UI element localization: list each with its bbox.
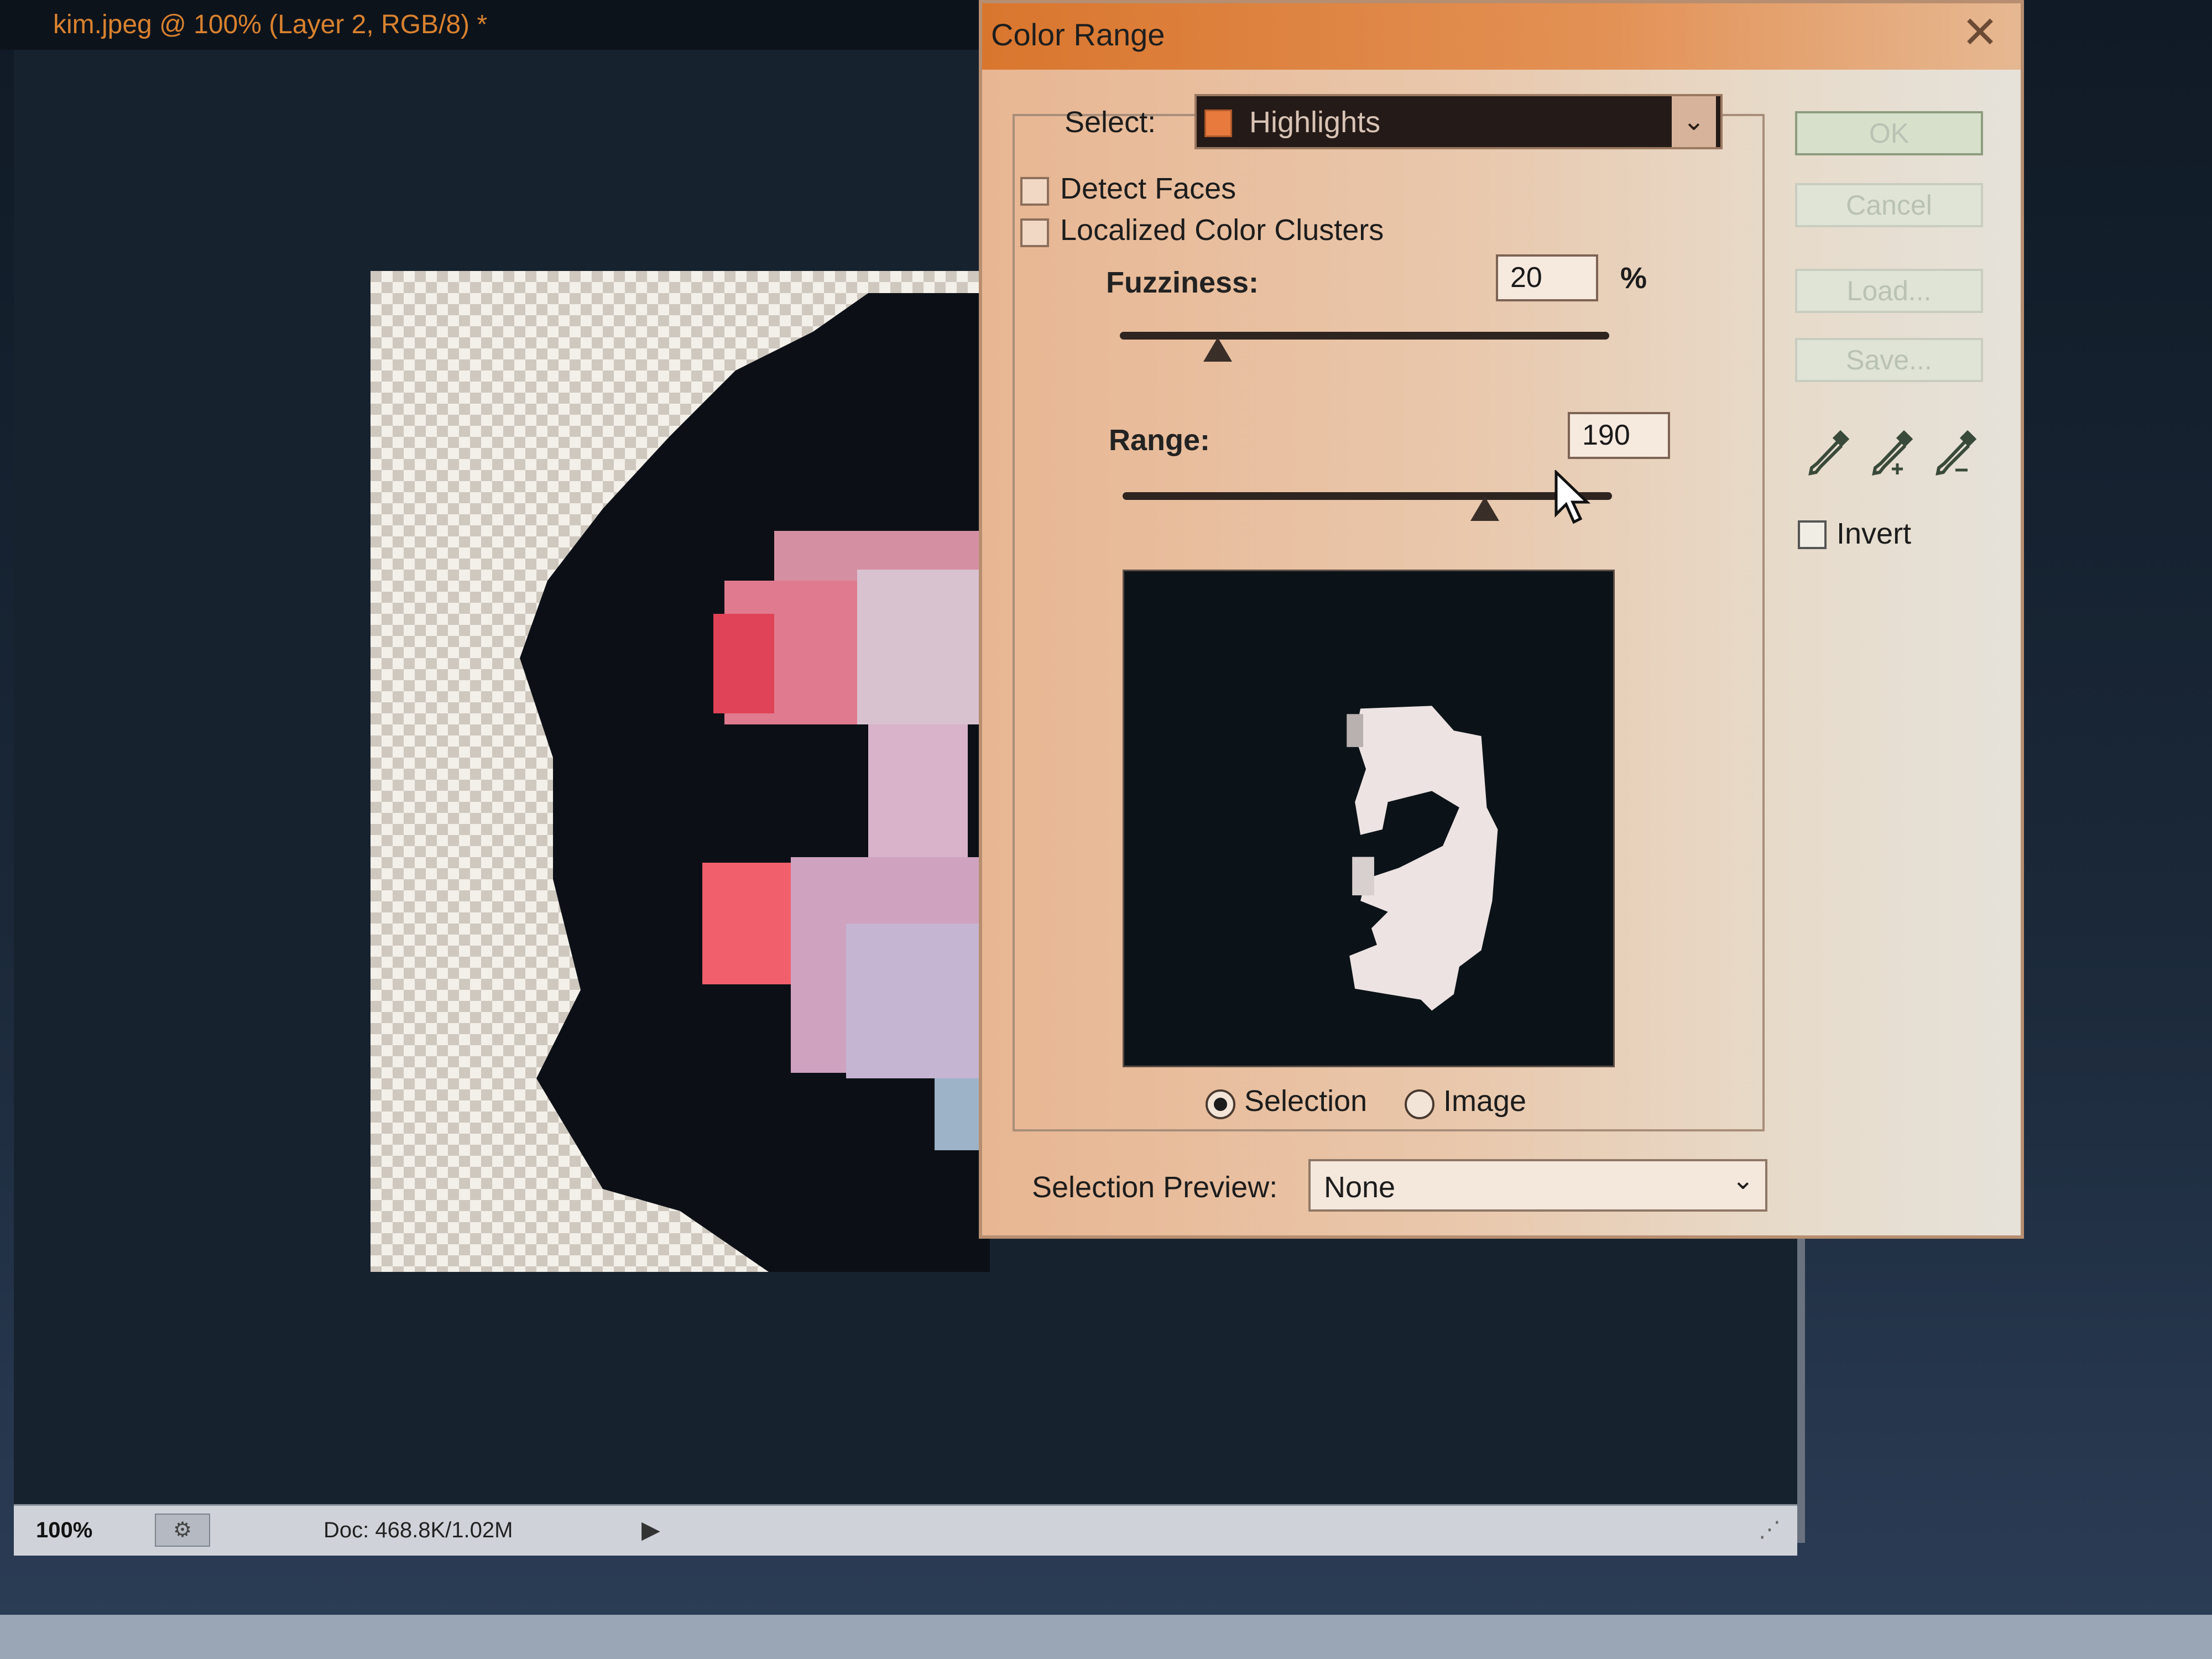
document-tab-title: kim.jpeg @ 100% (Layer 2, RGB/8) * bbox=[53, 10, 488, 39]
detect-faces-checkbox[interactable] bbox=[1020, 177, 1049, 206]
eyedropper-icon[interactable] bbox=[1806, 429, 1850, 479]
invert-label: Invert bbox=[1837, 517, 1912, 550]
load-button[interactable]: Load... bbox=[1795, 269, 1983, 313]
status-bar: 100% ⚙ Doc: 468.8K/1.02M ▶ ⋰ bbox=[14, 1504, 1797, 1556]
select-label: Select: bbox=[1065, 106, 1156, 139]
document-info: Doc: 468.8K/1.02M bbox=[324, 1518, 513, 1542]
fuzziness-slider-track[interactable] bbox=[1120, 332, 1609, 340]
close-icon[interactable]: ✕ bbox=[1961, 7, 1999, 58]
range-input[interactable]: 190 bbox=[1568, 412, 1670, 459]
selection-preview-label: Selection Preview: bbox=[1032, 1171, 1278, 1204]
zoom-level-field[interactable]: 100% bbox=[36, 1512, 147, 1548]
selection-preview-dropdown[interactable]: None ⌄ bbox=[1308, 1159, 1767, 1212]
dialog-title: Color Range bbox=[991, 17, 1165, 52]
range-label: Range: bbox=[1109, 424, 1211, 457]
color-range-options-group: Select: Highlights ⌄ Detect Faces Locali… bbox=[1013, 94, 1765, 1131]
selection-preview-value: None bbox=[1324, 1171, 1396, 1204]
detect-faces-label: Detect Faces bbox=[1060, 172, 1237, 205]
fuzziness-input[interactable]: 20 bbox=[1496, 254, 1598, 301]
selection-mask-image bbox=[1347, 706, 1498, 1011]
selection-radio-label: Selection bbox=[1244, 1084, 1368, 1118]
fuzziness-unit: % bbox=[1620, 262, 1647, 295]
document-tab[interactable]: kim.jpeg @ 100% (Layer 2, RGB/8) * bbox=[0, 0, 995, 50]
chevron-down-icon[interactable]: ⌄ bbox=[1732, 1165, 1754, 1196]
invert-checkbox[interactable] bbox=[1798, 520, 1827, 549]
chevron-down-icon[interactable]: ⌄ bbox=[1672, 96, 1716, 147]
status-menu-arrow-icon[interactable]: ▶ bbox=[641, 1512, 660, 1548]
localized-color-clusters-label: Localized Color Clusters bbox=[1060, 213, 1384, 247]
range-slider-track[interactable] bbox=[1123, 492, 1612, 500]
image-radio[interactable] bbox=[1405, 1089, 1434, 1119]
select-value: Highlights bbox=[1249, 106, 1381, 139]
cancel-button[interactable]: Cancel bbox=[1795, 183, 1983, 227]
fuzziness-slider-thumb[interactable] bbox=[1203, 337, 1232, 362]
taskbar-strip bbox=[0, 1615, 2212, 1659]
range-slider-thumb[interactable] bbox=[1470, 497, 1499, 521]
canvas-image[interactable] bbox=[371, 271, 990, 1272]
ok-button[interactable]: OK bbox=[1795, 111, 1983, 155]
eyedropper-plus-icon[interactable] bbox=[1870, 429, 1914, 479]
select-dropdown[interactable]: Highlights ⌄ bbox=[1194, 94, 1723, 149]
fuzziness-label: Fuzziness: bbox=[1106, 266, 1259, 299]
color-range-dialog: Color Range ✕ Select: Highlights ⌄ Detec… bbox=[979, 0, 2024, 1239]
eyedropper-minus-icon[interactable] bbox=[1933, 429, 1978, 479]
save-button[interactable]: Save... bbox=[1795, 338, 1983, 382]
highlights-swatch-icon bbox=[1204, 109, 1232, 137]
image-radio-label: Image bbox=[1443, 1084, 1527, 1118]
selection-preview-thumbnail[interactable] bbox=[1123, 570, 1615, 1067]
gear-icon[interactable]: ⚙ bbox=[155, 1514, 210, 1547]
selection-radio[interactable] bbox=[1206, 1089, 1235, 1119]
mouse-pointer-icon bbox=[1554, 470, 1591, 524]
dialog-titlebar[interactable]: Color Range ✕ bbox=[982, 3, 2021, 70]
resize-grip-icon[interactable]: ⋰ bbox=[1759, 1517, 1786, 1545]
localized-color-clusters-checkbox[interactable] bbox=[1020, 218, 1049, 247]
